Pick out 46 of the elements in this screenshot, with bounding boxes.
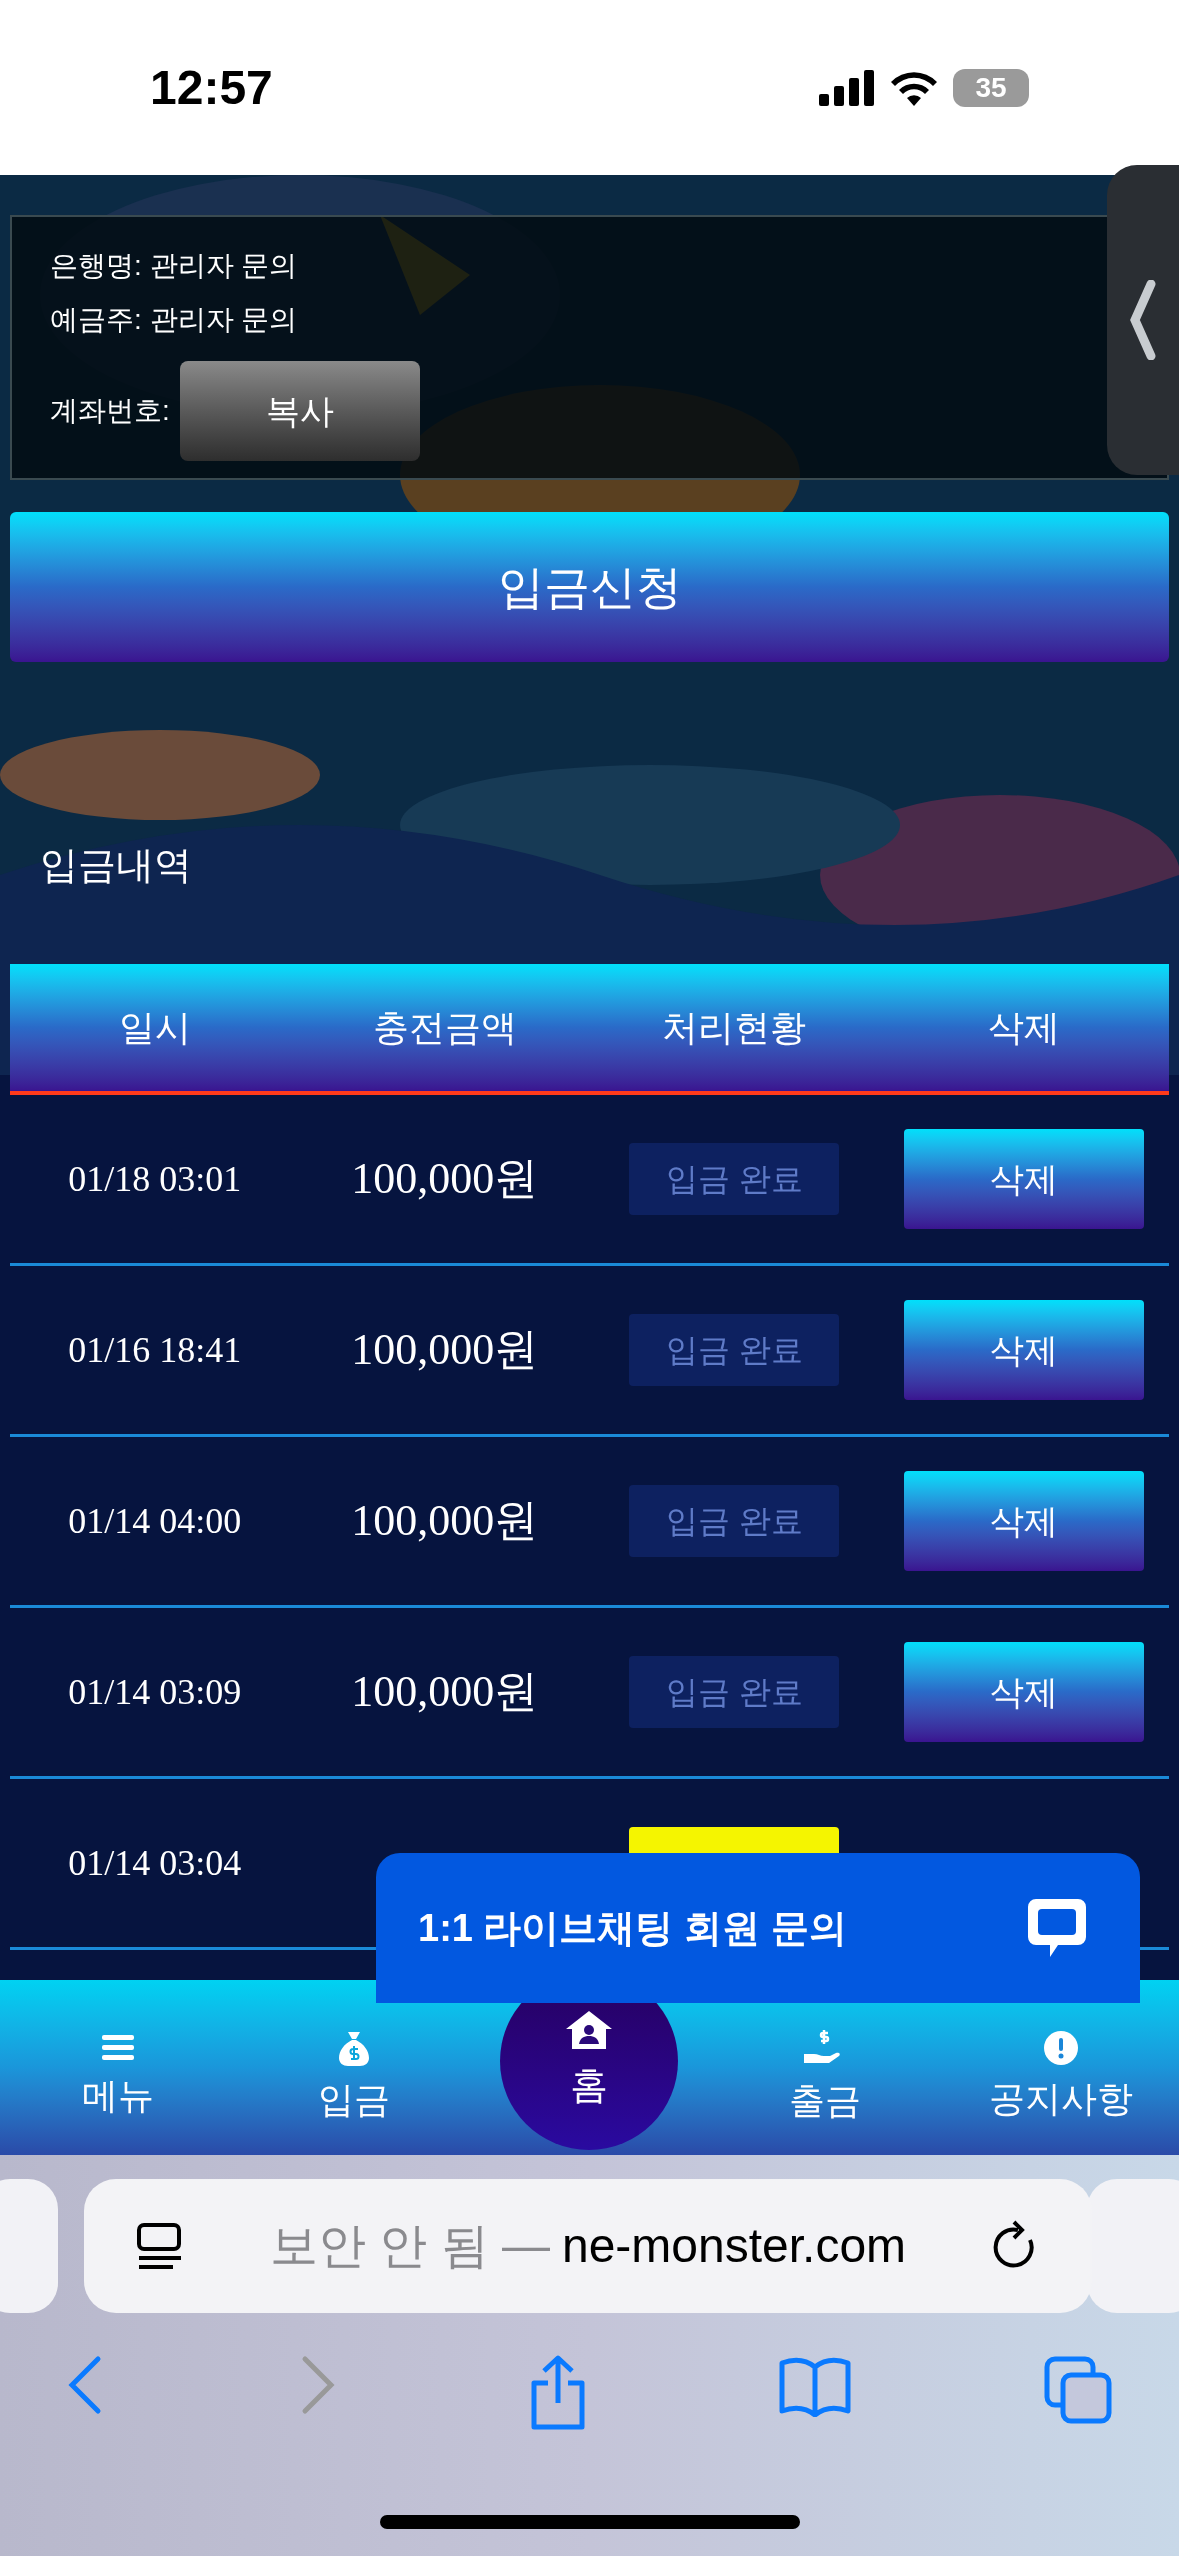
status-badge: 입금 완료 (629, 1485, 840, 1557)
amount-cell-text: 100,000원 (350, 1153, 540, 1205)
tabs-icon[interactable] (1043, 2355, 1113, 2425)
column-header: 충전금액 (371, 1005, 518, 1050)
delete-button[interactable]: 삭제 (904, 1471, 1145, 1571)
column-header: 삭제 (987, 1005, 1062, 1050)
copy-button[interactable]: 복사 (179, 361, 420, 461)
account-number-label: 계좌번호: (50, 394, 170, 428)
date-cell-text: 01/16 18:41 (67, 1329, 243, 1372)
url-text: ne-monster.com (561, 2218, 907, 2274)
exclamation-icon (1043, 2029, 1080, 2066)
column-header: 일시 (117, 1005, 192, 1050)
chevron-left-icon (1129, 280, 1157, 360)
delete-button[interactable]: 삭제 (904, 1129, 1145, 1229)
delete-button[interactable]: 삭제 (904, 1300, 1145, 1400)
nav-button[interactable]: 메뉴 (0, 1980, 236, 2155)
amount-cell-text: 100,000원 (350, 1666, 540, 1718)
bookmarks-icon[interactable] (778, 2355, 853, 2417)
side-drawer-tab[interactable] (1107, 165, 1179, 475)
section-title: 입금내역 (40, 843, 193, 888)
column-header: 처리현황 (661, 1005, 808, 1050)
status-badge: 입금 완료 (629, 1314, 840, 1386)
chat-toast[interactable]: 1:1 라이브채팅 회원 문의 (376, 1853, 1140, 2003)
security-label: 보안 안 됨 — (269, 2218, 550, 2274)
amount-cell-text: 100,000원 (350, 1495, 540, 1547)
reader-icon (136, 2222, 184, 2270)
account-info-text: 예금주: 관리자 문의 (50, 303, 298, 337)
battery-level: 35 (953, 68, 1029, 107)
date-cell-text: 01/14 04:00 (67, 1500, 243, 1543)
wifi-icon (889, 69, 939, 106)
account-info-text: 은행명: 관리자 문의 (50, 249, 298, 283)
chat-banner-label: 1:1 라이브채팅 회원 문의 (418, 1905, 847, 1951)
delete-button[interactable]: 삭제 (904, 1642, 1145, 1742)
status-time: 12:57 (150, 59, 273, 116)
tab-preview[interactable] (1087, 2179, 1179, 2313)
signal-icon (819, 69, 875, 106)
menu-icon (99, 2032, 136, 2063)
date-cell-text: 01/14 03:04 (67, 1842, 243, 1885)
status-badge: 입금 완료 (629, 1656, 840, 1728)
tab-preview[interactable] (0, 2179, 58, 2313)
date-cell-text: 01/18 03:01 (67, 1158, 243, 1201)
deposit-request-button[interactable]: 입금신청 (10, 512, 1169, 662)
amount-cell-text: 100,000원 (350, 1324, 540, 1376)
date-cell-text: 01/14 03:09 (67, 1671, 243, 1714)
status-badge: 입금 완료 (629, 1143, 840, 1215)
address-bar[interactable]: 보안 안 됨 — ne-monster.com (84, 2179, 1092, 2313)
